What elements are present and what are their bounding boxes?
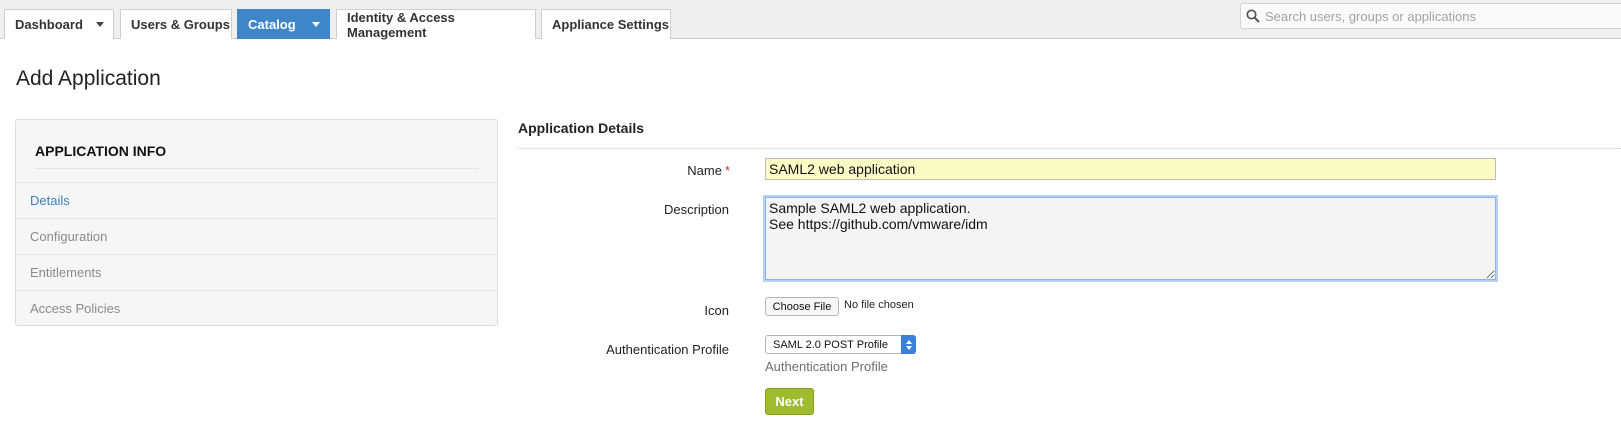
tab-identity-access-management[interactable]: Identity & Access Management <box>336 9 536 40</box>
description-label: Description <box>663 202 729 217</box>
name-field[interactable] <box>765 158 1496 180</box>
panel-header: APPLICATION INFO <box>35 143 479 169</box>
search-box[interactable] <box>1240 3 1621 29</box>
top-nav: Dashboard Users & Groups Catalog Identit… <box>0 0 1621 40</box>
search-input[interactable] <box>1265 8 1605 24</box>
required-mark: * <box>724 163 730 178</box>
tab-label: Identity & Access Management <box>347 9 455 40</box>
tab-label: Catalog <box>248 17 296 32</box>
chevron-down-icon[interactable] <box>303 10 329 39</box>
icon-label: Icon <box>704 303 729 318</box>
file-status: No file chosen <box>844 299 914 311</box>
section-title: Application Details <box>518 120 1621 149</box>
search-icon <box>1241 4 1265 28</box>
page-title: Add Application <box>16 67 161 90</box>
tab-appliance-settings[interactable]: Appliance Settings <box>541 9 671 39</box>
sidebar-item-label: Configuration <box>30 229 108 244</box>
description-field[interactable]: Sample SAML2 web application. See https:… <box>765 197 1496 280</box>
sidebar-item-label: Details <box>30 193 70 208</box>
auth-profile-select[interactable]: SAML 2.0 POST Profile <box>765 335 916 354</box>
tab-dashboard[interactable]: Dashboard <box>4 9 114 39</box>
sidebar-item-details[interactable]: Details <box>16 182 497 218</box>
choose-file-button[interactable]: Choose File <box>765 297 839 316</box>
name-label-text: Name <box>687 163 722 178</box>
tab-label: Dashboard <box>15 17 83 32</box>
tab-label: Users & Groups <box>131 17 230 32</box>
sidebar-item-entitlements[interactable]: Entitlements <box>16 254 497 290</box>
tab-label: Appliance Settings <box>552 17 670 32</box>
auth-profile-label: Authentication Profile <box>606 342 729 357</box>
sidebar-item-configuration[interactable]: Configuration <box>16 218 497 254</box>
next-button[interactable]: Next <box>765 388 814 415</box>
application-info-panel: APPLICATION INFO Details Configuration E… <box>15 119 498 326</box>
name-label: Name * <box>480 163 730 178</box>
selected-value: SAML 2.0 POST Profile <box>773 338 888 351</box>
auth-profile-help: Authentication Profile <box>765 359 888 374</box>
sidebar-item-access-policies[interactable]: Access Policies <box>16 290 497 326</box>
chevron-down-icon[interactable] <box>87 10 113 39</box>
select-arrows-icon <box>901 335 916 354</box>
sidebar-item-label: Entitlements <box>30 265 102 280</box>
sidebar-item-label: Access Policies <box>30 301 121 316</box>
tab-users-groups[interactable]: Users & Groups <box>120 9 232 39</box>
tab-catalog[interactable]: Catalog <box>237 9 330 39</box>
